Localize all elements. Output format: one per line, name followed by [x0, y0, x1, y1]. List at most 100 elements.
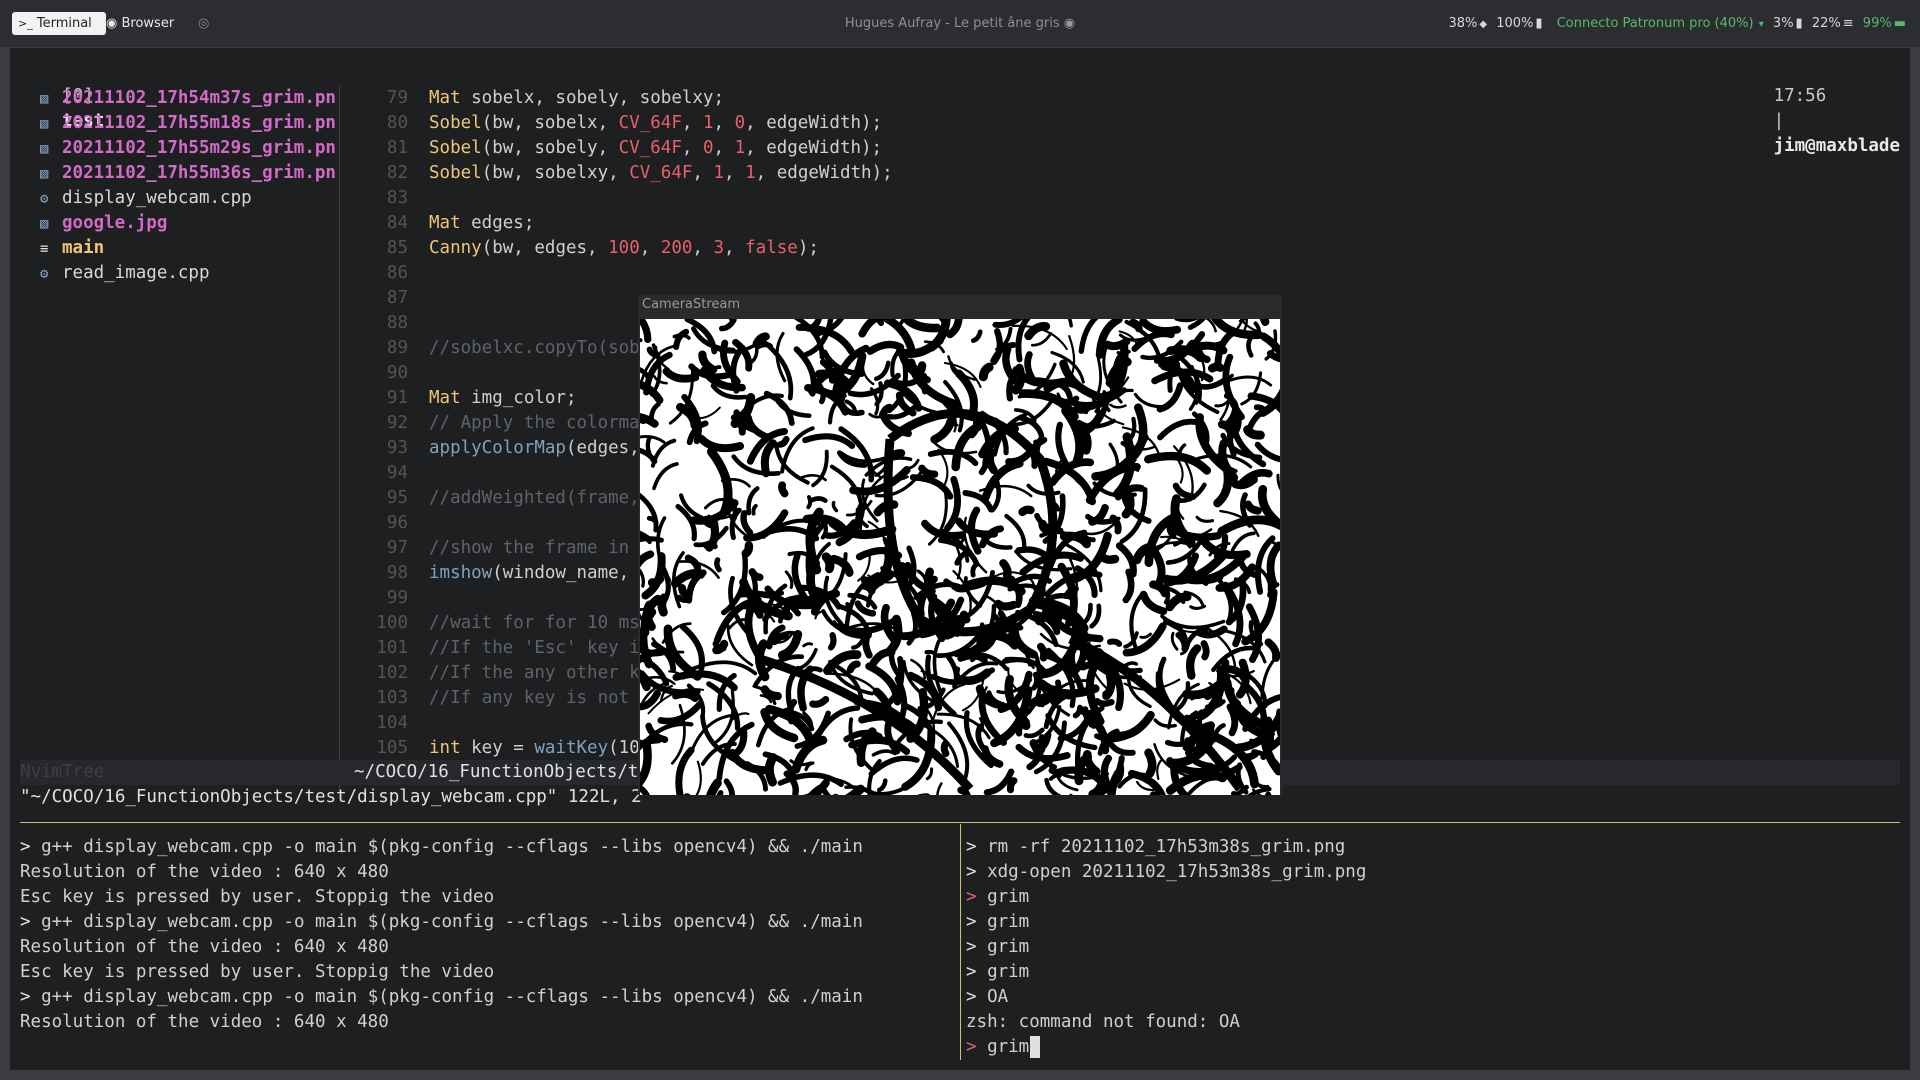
line-number: 96	[386, 513, 408, 533]
cpp-file-icon: ⚙	[40, 266, 49, 282]
code-token: ,	[681, 138, 703, 158]
tmux-session: [0] test	[20, 59, 104, 131]
shell-line: > grim	[966, 910, 1029, 935]
line-number: 79	[386, 88, 408, 108]
media-title-text[interactable]: Hugues Aufray - Le petit âne gris	[845, 16, 1060, 31]
shell-prompt: >	[966, 837, 988, 857]
code-token: //show the frame in	[429, 538, 640, 558]
tree-item[interactable]: ▧ 20211102_17h54m37s_grim.pn	[40, 86, 336, 111]
tree-item-label: main	[62, 238, 105, 258]
terminal-window[interactable]: [0] test 17:56 | jim@maxblade ▧ 20211102_…	[10, 48, 1910, 1070]
tree-item[interactable]: ▧ google.jpg	[40, 211, 167, 236]
memory-icon: ≡	[1842, 16, 1854, 31]
code-token: //addWeighted(frame,	[429, 488, 640, 508]
shell-line: Resolution of the video : 640 x 480	[20, 935, 389, 960]
tree-item[interactable]: ⚙ display_webcam.cpp	[40, 186, 252, 211]
brightness-value[interactable]: 38%	[1449, 16, 1478, 31]
workspace-tab-terminal[interactable]: >_ Terminal	[12, 12, 106, 35]
line-number: 100	[376, 613, 408, 633]
tree-item-label: display_webcam.cpp	[62, 188, 252, 208]
shell-line: > rm -rf 20211102_17h53m38s_grim.png	[966, 835, 1345, 860]
code-line: //sobelxc.copyTo(sob	[429, 336, 640, 361]
line-number: 97	[386, 538, 408, 558]
shell-line: > g++ display_webcam.cpp -o main $(pkg-c…	[20, 835, 863, 860]
code-line: imshow(window_name,	[429, 561, 640, 586]
brightness-icon: ◆	[1479, 19, 1488, 30]
shell-line: Esc key is pressed by user. Stoppig the …	[20, 960, 494, 985]
line-number: 98	[386, 563, 408, 583]
code-line: //If the any other k	[429, 661, 640, 686]
battery-value[interactable]: 99%	[1863, 16, 1892, 31]
shell-line: > grim	[966, 885, 1029, 910]
shell-prompt: >	[966, 1037, 988, 1057]
line-number: 91	[386, 388, 408, 408]
shell-text: Esc key is pressed by user. Stoppig the …	[20, 887, 495, 907]
terminal-icon: >_	[18, 17, 33, 30]
code-token: waitKey	[534, 738, 609, 758]
terminal-cursor	[1030, 1036, 1041, 1058]
tree-item[interactable]: ▧ 20211102_17h55m18s_grim.pn	[40, 111, 336, 136]
media-status-icon[interactable]: ◉	[1064, 16, 1075, 31]
camera-stream-window[interactable]: CameraStream	[638, 295, 1282, 795]
code-token: (10	[608, 738, 640, 758]
workspace-tab-browser[interactable]: ◉ Browser	[100, 12, 202, 35]
image-file-icon: ▧	[40, 166, 49, 182]
line-number: 86	[386, 263, 408, 283]
code-line: applyColorMap(edges,	[429, 436, 640, 461]
cpu-value[interactable]: 3%	[1773, 16, 1794, 31]
tree-editor-divider	[339, 86, 340, 798]
shell-prompt: >	[966, 937, 988, 957]
line-number: 81	[386, 138, 408, 158]
workspace-tab-extra[interactable]: ◎	[192, 12, 218, 35]
code-token: 0	[702, 138, 714, 158]
shell-prompt: >	[966, 912, 988, 932]
code-token: //sobelxc.copyTo(sob	[429, 338, 640, 358]
code-token: Mat	[429, 388, 461, 408]
tree-item[interactable]: ▧ 20211102_17h55m36s_grim.pn	[40, 161, 336, 186]
shell-line: Resolution of the video : 640 x 480	[20, 1010, 389, 1035]
code-line: int key = waitKey(10	[429, 736, 640, 761]
shell-text: rm -rf 20211102_17h53m38s_grim.png	[987, 837, 1346, 857]
network-status[interactable]: Connecto Patronum pro (40%) ▾	[1552, 16, 1768, 31]
line-number: 84	[386, 213, 408, 233]
code-line: Sobel(bw, sobely, CV_64F, 0, 1, edgeWidt…	[429, 136, 882, 161]
code-token: 0	[734, 113, 746, 133]
code-token: (window_name,	[492, 563, 640, 583]
network-name: Connecto Patronum pro (40%)	[1556, 16, 1754, 31]
line-number: 95	[386, 488, 408, 508]
code-token: ,	[639, 238, 661, 258]
code-token: applyColorMap	[429, 438, 566, 458]
workspace-tab-label: Browser	[121, 16, 175, 31]
code-token: , edgeWidth);	[745, 113, 883, 133]
tree-item[interactable]: ⚙ read_image.cpp	[40, 261, 210, 286]
volume-value[interactable]: 100%	[1496, 16, 1533, 31]
code-token: key =	[460, 738, 535, 758]
code-token: ,	[692, 238, 714, 258]
shell-text: Resolution of the video : 640 x 480	[20, 937, 389, 957]
tree-item[interactable]: ≡ main	[40, 236, 104, 261]
shell-prompt: >	[966, 962, 988, 982]
shell-line: > g++ display_webcam.cpp -o main $(pkg-c…	[20, 985, 863, 1010]
line-number: 88	[386, 313, 408, 333]
tmux-status-right: 17:56 | jim@maxblade	[1731, 59, 1900, 156]
line-number: 103	[376, 688, 408, 708]
code-token: // Apply the colorma	[429, 413, 640, 433]
shell-text: grim	[987, 1037, 1030, 1057]
shell-text: g++ display_webcam.cpp -o main $(pkg-con…	[41, 837, 863, 857]
shell-prompt: >	[20, 912, 42, 932]
code-token: ,	[681, 113, 703, 133]
code-token: sobelx, sobely, sobelxy;	[460, 88, 725, 108]
line-number: 105	[376, 738, 408, 758]
line-number: 83	[386, 188, 408, 208]
code-token: (bw, sobelx,	[481, 113, 619, 133]
memory-value[interactable]: 22%	[1812, 16, 1841, 31]
code-token: //If any key is not	[429, 688, 640, 708]
tree-item-label: 20211102_17h55m18s_grim.pn	[62, 113, 336, 133]
tree-item[interactable]: ▧ 20211102_17h55m29s_grim.pn	[40, 136, 336, 161]
workspace-tab-label: Terminal	[36, 16, 92, 31]
code-token: false	[745, 238, 798, 258]
image-file-icon: ▧	[40, 216, 49, 232]
microphone-icon: ▮	[1535, 16, 1543, 31]
line-number: 94	[386, 463, 408, 483]
shell-line: > grim	[966, 1035, 1041, 1060]
